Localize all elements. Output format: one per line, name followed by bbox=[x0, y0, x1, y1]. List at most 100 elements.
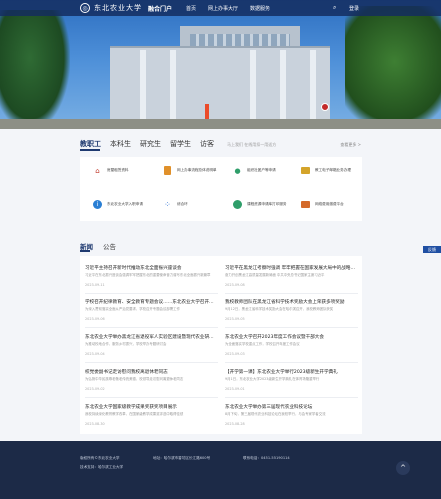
hero-banner bbox=[0, 0, 441, 129]
news-date: 2023-09-06 bbox=[85, 317, 105, 321]
site-footer: 版权所有©东北农业大学 技术支持：哈尔滨工业大学 地址：哈尔滨市香坊区长江路60… bbox=[0, 441, 441, 499]
active-tab-indicator bbox=[80, 149, 100, 151]
flow-icon: ⁘ bbox=[164, 200, 171, 209]
news-summary: 奋力开创黑龙江高质量发展新局面 中共中央总书记国家主席习近平 bbox=[225, 273, 325, 277]
service-item[interactable]: 网上办事流程总体说明单 bbox=[162, 165, 232, 176]
news-item[interactable]: 校党委副书记走访慰问我校离退休老同志 为弘扬中华民族尊老敬老传统美德，校领导走访… bbox=[85, 369, 218, 391]
news-summary: 为弘扬中华民族尊老敬老传统美德，校领导走访慰问离退休老同志 bbox=[85, 377, 184, 381]
site-logo[interactable]: ◎ 东北农业大学 融合门户 bbox=[80, 3, 172, 13]
news-date: 2023-08-30 bbox=[85, 422, 105, 426]
footer-support: 技术支持：哈尔滨工业大学 bbox=[80, 465, 124, 469]
tab-graduate[interactable]: 研究生 bbox=[140, 139, 161, 149]
service-item[interactable]: 课程资源申请库打印服务 bbox=[232, 199, 302, 210]
tab-undergraduate[interactable]: 本科生 bbox=[110, 139, 131, 149]
news-date: 2023-09-08 bbox=[225, 283, 245, 287]
news-title: 习近平在黑龙江考察时强调 牢牢把握在国家发展大局中的战略定位 bbox=[225, 266, 358, 271]
news-summary: 我校持续深化教育教学改革，在国家级教学成果奖评选中取得佳绩 bbox=[85, 412, 184, 416]
news-divider bbox=[85, 293, 218, 294]
hero-tree bbox=[345, 6, 441, 129]
tab-announcements[interactable]: 公告 bbox=[103, 241, 116, 251]
news-item[interactable]: 东北农业大学召开2023年度工作会议暨干部大会 为全面落实学校重点工作，学校召开… bbox=[225, 334, 358, 356]
nav-home[interactable]: 首页 bbox=[186, 5, 196, 12]
house-icon: ⌂ bbox=[95, 166, 100, 175]
service-panel: ⌂ 房屋租赁资料 网上办事流程总体说明单 ● 组织社团户等申请 教工电子邮箱业务… bbox=[80, 157, 362, 221]
view-more-link[interactable]: 查看更多 > bbox=[340, 142, 361, 148]
feedback-tag[interactable]: 反馈 bbox=[423, 246, 441, 253]
nav-data-service[interactable]: 数据服务 bbox=[250, 5, 270, 12]
hero-column bbox=[170, 50, 176, 126]
news-divider bbox=[225, 293, 358, 294]
service-item[interactable]: ● 组织社团户等申请 bbox=[232, 165, 302, 176]
news-divider bbox=[85, 362, 218, 363]
news-divider bbox=[85, 397, 218, 398]
news-date: 2023-09-05 bbox=[225, 317, 245, 321]
news-item[interactable]: 东北农业大学举办黑龙江省退役军人实验区建设暨现代农业研讨会 为推动校地合作，服务… bbox=[85, 334, 218, 356]
top-navigation: ◎ 东北农业大学 融合门户 首页 网上办事大厅 数据服务 ⌕ 登录 bbox=[0, 0, 441, 16]
service-item[interactable]: 教工电子邮箱业务办理 bbox=[300, 165, 370, 176]
news-title: 校党委副书记走访慰问我校离退休老同志 bbox=[85, 370, 168, 375]
news-item[interactable]: 习近平主持召开新时代推动东北全面振兴座谈会 习近平在东北振兴座谈会强调牢牢把握东… bbox=[85, 265, 218, 287]
tabs-hint: 马上我们 在线用扣一用适方 bbox=[227, 142, 277, 147]
document-icon bbox=[162, 165, 173, 176]
hero-column bbox=[250, 50, 256, 126]
news-title: 东北农业大学举办黑龙江省退役军人实验区建设暨现代农业研讨会 bbox=[85, 335, 218, 340]
service-label: 课程资源申请库打印服务 bbox=[247, 202, 287, 206]
login-link[interactable]: 登录 bbox=[349, 5, 359, 12]
news-divider bbox=[85, 327, 218, 328]
tab-visitor[interactable]: 访客 bbox=[200, 139, 214, 149]
news-summary: 9月12日，黑龙江省科学技术奖励大会在哈尔滨召开，我校教师团队获奖 bbox=[225, 307, 334, 311]
nav-service-hall[interactable]: 网上办事大厅 bbox=[208, 5, 238, 12]
hero-tree bbox=[0, 10, 70, 129]
mail-icon bbox=[300, 165, 311, 176]
tab-staff[interactable]: 教职工 bbox=[80, 139, 101, 149]
news-title: 我校教师团队在黑龙江省科学技术奖励大会上荣获多项奖励 bbox=[225, 300, 345, 305]
news-divider bbox=[225, 327, 358, 328]
service-item[interactable]: ⁘ 综合环 bbox=[162, 199, 232, 210]
footer-address: 地址：哈尔滨市香坊区长江路600号 bbox=[153, 456, 211, 460]
service-label: 房屋租赁资料 bbox=[107, 168, 129, 172]
globe-icon bbox=[232, 199, 243, 210]
news-item[interactable]: 东北农业大学国家级教学成果奖获奖项目展示 我校持续深化教育教学改革，在国家级教学… bbox=[85, 404, 218, 426]
news-panel: 习近平主持召开新时代推动东北全面振兴座谈会 习近平在东北振兴座谈会强调牢牢把握东… bbox=[80, 256, 362, 434]
news-date: 2023-09-01 bbox=[225, 387, 245, 391]
news-title: 学校召开纪律教育、安全教育专题会议……东北农业大学召开会议 bbox=[85, 300, 218, 305]
main-nav: 首页 网上办事大厅 数据服务 bbox=[186, 5, 282, 12]
top-right-actions: ⌕ 登录 bbox=[333, 4, 359, 12]
news-item[interactable]: 东北农业大学举办第三届现代农业科技论坛 8月下旬，第三届现代农业科技论坛在我校举… bbox=[225, 404, 358, 426]
news-item[interactable]: 习近平在黑龙江考察时强调 牢牢把握在国家发展大局中的战略定位 奋力开创黑龙江高质… bbox=[225, 265, 358, 287]
service-item[interactable]: ⌂ 房屋租赁资料 bbox=[92, 165, 162, 176]
news-item[interactable]: 学校召开纪律教育、安全教育专题会议……东北农业大学召开会议 为深入贯彻落实全面从… bbox=[85, 299, 218, 321]
hero-road-sign bbox=[321, 103, 329, 111]
service-label: 网上办事流程总体说明单 bbox=[177, 168, 217, 172]
news-title: 习近平主持召开新时代推动东北全面振兴座谈会 bbox=[85, 266, 182, 271]
hero-ground bbox=[0, 119, 441, 129]
news-summary: 为全面落实学校重点工作，学校召开年度工作会议 bbox=[225, 342, 300, 346]
hero-column bbox=[310, 50, 316, 126]
news-date: 2023-09-02 bbox=[85, 387, 105, 391]
news-summary: 为推动校地合作，服务乡村振兴，学校举办专题研讨会 bbox=[85, 342, 167, 346]
news-date: 2023-09-04 bbox=[85, 352, 105, 356]
news-summary: 习近平在东北振兴座谈会强调牢牢把握东北的重要使命奋力谱写东北全面振兴新篇章 bbox=[85, 273, 211, 277]
info-icon: i bbox=[92, 199, 103, 210]
service-item[interactable]: i 东北农业大学入职申请 bbox=[92, 199, 162, 210]
news-item[interactable]: 我校教师团队在黑龙江省科学技术奖励大会上荣获多项奖励 9月12日，黑龙江省科学技… bbox=[225, 299, 358, 321]
news-summary: 8月下旬，第三届现代农业科技论坛在我校举行，与会专家学者交流 bbox=[225, 412, 326, 416]
service-label: 综合环 bbox=[177, 202, 188, 206]
service-label: 网络费用缴费平台 bbox=[315, 202, 344, 206]
news-title: 【开学第一课】东北农业大学举行2023级新生开学典礼 bbox=[225, 370, 338, 375]
hero-column bbox=[280, 50, 286, 126]
search-icon[interactable]: ⌕ bbox=[333, 4, 341, 12]
news-title: 东北农业大学国家级教学成果奖获奖项目展示 bbox=[85, 405, 177, 410]
back-to-top-icon[interactable]: ^ bbox=[396, 461, 410, 475]
portal-name: 融合门户 bbox=[148, 5, 173, 13]
news-divider bbox=[225, 362, 358, 363]
service-item[interactable]: 网络费用缴费平台 bbox=[300, 199, 370, 210]
service-label: 东北农业大学入职申请 bbox=[107, 202, 143, 206]
news-date: 2023-08-28 bbox=[225, 422, 245, 426]
news-summary: 9月1日，东北农业大学2023级新生开学典礼在体育场隆重举行 bbox=[225, 377, 320, 381]
tab-international[interactable]: 留学生 bbox=[170, 139, 191, 149]
service-label: 组织社团户等申请 bbox=[247, 168, 276, 172]
footer-phone: 联系电话：0451-55190114 bbox=[243, 456, 290, 460]
news-item[interactable]: 【开学第一课】东北农业大学举行2023级新生开学典礼 9月1日，东北农业大学20… bbox=[225, 369, 358, 391]
footer-copyright: 版权所有©东北农业大学 bbox=[80, 456, 120, 460]
